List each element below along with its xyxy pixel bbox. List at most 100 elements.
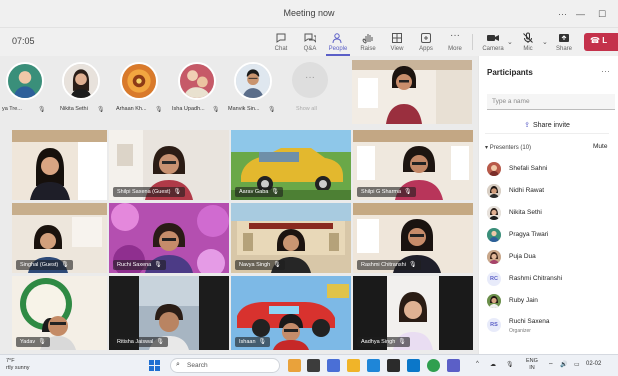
video-stage: ya Tre... 🎙 Nikita Sethi 🎙 Arhaan Kh... … <box>0 56 478 354</box>
participant-name: Shefali Sahni <box>509 165 548 172</box>
avatar <box>487 250 501 264</box>
strip-avatar[interactable] <box>120 62 158 100</box>
video-tile[interactable]: Singhal (Guest) 🎙 <box>12 203 107 273</box>
battery-icon[interactable]: ▭ <box>574 361 580 368</box>
tray-chevron-up-icon[interactable]: ^ <box>476 361 479 367</box>
mic-button[interactable]: Mic <box>515 30 541 56</box>
avatar <box>234 62 272 100</box>
teams-meeting-window: Meeting now ··· — ☐ 07:05 Chat Q&A Peopl… <box>0 0 618 376</box>
qa-icon <box>297 31 323 45</box>
video-tile[interactable]: Shilpi G Sharma 🎙 <box>353 130 473 200</box>
participant-name-tag: Shilpi G Sharma 🎙 <box>357 187 416 197</box>
strip-name: ya Tre... <box>2 106 22 112</box>
raise-hand-button[interactable]: Raise <box>355 30 381 56</box>
camera-button[interactable]: Camera <box>480 30 506 56</box>
windows-start-icon[interactable] <box>148 359 161 372</box>
participant-row[interactable]: Nidhi Rawat <box>487 182 615 202</box>
participant-row[interactable]: Ruby Jain <box>487 292 615 312</box>
people-label: People <box>328 46 348 52</box>
video-tile[interactable]: Navya Singh 🎙 <box>231 203 351 273</box>
avatar <box>487 206 501 220</box>
tile-name: Ishaan <box>239 339 256 345</box>
strip-avatar[interactable] <box>6 62 44 100</box>
strip-avatar[interactable] <box>178 62 216 100</box>
mic-off-icon: 🎙 <box>258 339 267 345</box>
weather-widget[interactable]: 7°F rtly sunny <box>6 358 30 372</box>
share-button[interactable]: Share <box>551 30 577 56</box>
participant-row[interactable]: Shefali Sahni <box>487 160 615 180</box>
chrome-browser-icon[interactable] <box>427 359 440 372</box>
tray-mic-icon[interactable]: 🎙 <box>506 361 514 368</box>
participant-row[interactable]: Pragya Tiwari <box>487 226 615 246</box>
file-explorer-icon[interactable] <box>347 359 360 372</box>
participants-panel: Participants ··· Type a name ⇪ Share invi… <box>478 56 618 354</box>
grid-view-icon <box>384 31 410 45</box>
apps-button[interactable]: Apps <box>413 30 439 56</box>
qa-label: Q&A <box>303 46 317 52</box>
video-tile[interactable]: Ritisha Jaiswal 🎙 <box>109 276 229 350</box>
taskbar-search-placeholder: Search <box>187 362 208 369</box>
participant-name: Rashmi Chitranshi <box>509 275 563 282</box>
window-more-icon[interactable]: ··· <box>558 9 567 19</box>
minimize-icon[interactable]: — <box>576 9 585 19</box>
store-icon[interactable] <box>387 359 400 372</box>
apps-label: Apps <box>419 46 433 52</box>
view-button[interactable]: View <box>384 30 410 56</box>
taskbar-search-input[interactable]: ⌕ Search <box>170 358 280 373</box>
video-tile[interactable]: Ishaan 🎙 <box>231 276 351 350</box>
video-tile[interactable]: Aarav Gaba 🎙 <box>231 130 351 200</box>
weather-temp: 7°F <box>6 358 15 364</box>
widgets-icon[interactable] <box>288 359 301 372</box>
panel-more-icon[interactable]: ··· <box>601 66 610 76</box>
video-tile[interactable]: Aadhya Singh 🎙 <box>353 276 473 350</box>
mute-all-button[interactable]: Mute <box>593 143 607 150</box>
mic-chevron-icon[interactable]: ⌄ <box>542 38 548 46</box>
cloud-icon[interactable]: ☁ <box>490 361 496 368</box>
camera-label: Camera <box>482 46 504 52</box>
title-bar: Meeting now ··· — ☐ <box>0 0 618 28</box>
share-invite-button[interactable]: ⇪ Share invite <box>485 118 609 134</box>
participant-search-input[interactable]: Type a name <box>487 94 615 110</box>
more-button[interactable]: ··· More <box>442 30 468 56</box>
video-tile[interactable]: Ruchi Saxena 🎙 <box>109 203 229 273</box>
avatar-initials: RS <box>487 318 501 332</box>
tile-name: Shilpi G Sharma <box>361 189 402 195</box>
teams-chat-icon[interactable] <box>327 359 340 372</box>
volume-icon[interactable]: 🔊 <box>560 361 567 368</box>
participant-row[interactable]: Nikita Sethi <box>487 204 615 224</box>
video-tile[interactable]: Shilpi Saxena (Guest) 🎙 <box>109 130 229 200</box>
presenters-section-toggle[interactable]: ▾ Presenters (10) <box>485 144 531 151</box>
chat-button[interactable]: Chat <box>268 30 294 56</box>
wifi-icon[interactable]: ⌔ <box>548 361 554 369</box>
strip-avatar[interactable] <box>234 62 272 100</box>
participant-strip: ya Tre... 🎙 Nikita Sethi 🎙 Arhaan Kh... … <box>0 56 350 120</box>
meeting-toolbar: 07:05 Chat Q&A People 74 Raise View Apps… <box>0 28 618 66</box>
apps-icon <box>413 31 439 45</box>
teams-app-icon[interactable] <box>447 359 460 372</box>
participant-name: Puja Dua <box>509 253 536 260</box>
task-view-icon[interactable] <box>307 359 320 372</box>
panel-title: Participants <box>487 68 533 77</box>
video-tile[interactable]: Rashmi Chitranshi 🎙 <box>353 203 473 273</box>
camera-chevron-icon[interactable]: ⌄ <box>507 38 513 46</box>
leave-button[interactable]: ☎ L <box>584 33 618 51</box>
tile-name: Yadav <box>20 339 36 345</box>
participant-row[interactable]: RC Rashmi Chitranshi <box>487 270 615 290</box>
maximize-icon[interactable]: ☐ <box>598 9 606 20</box>
avatar <box>6 62 44 100</box>
video-tile[interactable]: Yadav 🎙 <box>12 276 107 350</box>
video-tile[interactable] <box>352 60 472 124</box>
outlook-icon[interactable] <box>407 359 420 372</box>
edge-browser-icon[interactable] <box>367 359 380 372</box>
show-all-button[interactable]: ··· <box>292 62 328 98</box>
mic-off-icon: 🎙 <box>273 262 281 268</box>
qa-button[interactable]: Q&A <box>297 30 323 56</box>
people-button[interactable]: People <box>325 30 351 56</box>
video-tile[interactable] <box>12 130 107 200</box>
participant-row[interactable]: RS Ruchi Saxena Organizer <box>487 316 615 336</box>
language-indicator[interactable]: ENG IN <box>526 358 538 372</box>
strip-avatar[interactable] <box>62 62 100 100</box>
taskbar-clock[interactable]: 02-02 <box>586 361 601 367</box>
participant-row[interactable]: Puja Dua <box>487 248 615 268</box>
tile-name: Shilpi Saxena (Guest) <box>117 189 171 195</box>
